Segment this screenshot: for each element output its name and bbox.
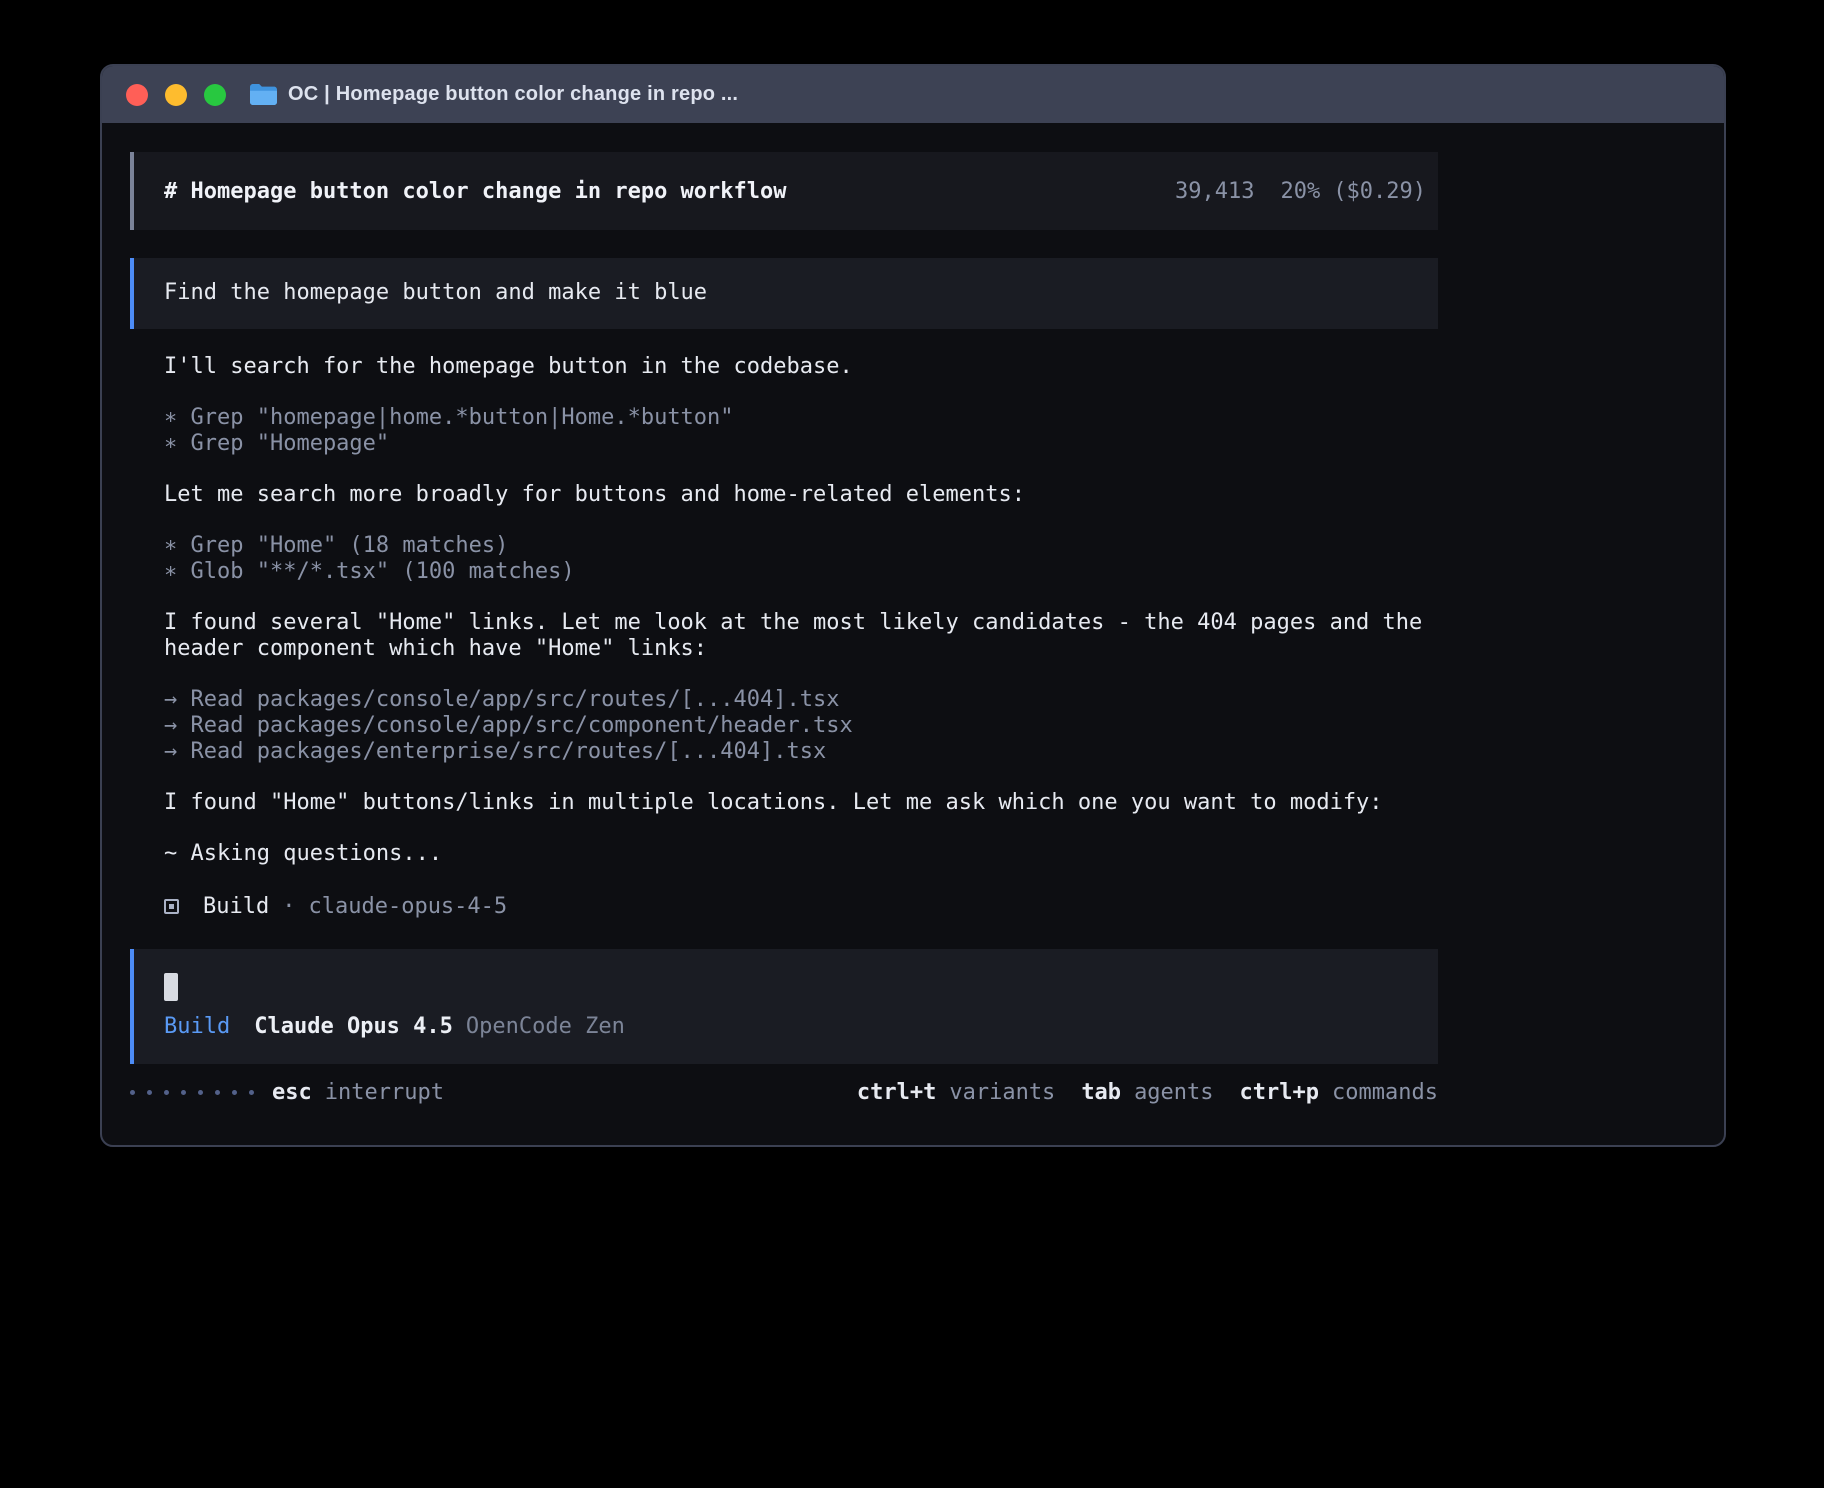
assistant-text-line: Let me search more broadly for buttons a… xyxy=(164,482,1438,508)
title-group: OC | Homepage button color change in rep… xyxy=(250,83,738,106)
tool-call-line: ∗ Grep "Homepage" xyxy=(164,431,1438,457)
assistant-text-line: I found several "Home" links. Let me loo… xyxy=(164,610,1438,636)
context-percentage: 20% xyxy=(1281,179,1321,204)
assistant-text-line: header component which have "Home" links… xyxy=(164,636,1438,662)
window-title: OC | Homepage button color change in rep… xyxy=(288,83,738,106)
terminal-content: # Homepage button color change in repo w… xyxy=(102,123,1724,1105)
assistant-paragraph: I found "Home" buttons/links in multiple… xyxy=(164,790,1438,816)
session-title: # Homepage button color change in repo w… xyxy=(164,179,787,204)
token-count: 39,413 xyxy=(1175,179,1254,204)
tool-call-line: → Read packages/console/app/src/componen… xyxy=(164,713,1438,739)
session-cost: ($0.29) xyxy=(1333,179,1426,204)
status-left: esc interrupt xyxy=(130,1080,444,1105)
tool-call-line: → Read packages/console/app/src/routes/[… xyxy=(164,687,1438,713)
spinner-dot xyxy=(147,1090,152,1095)
assistant-paragraph: I found several "Home" links. Let me loo… xyxy=(164,610,1438,662)
shortcut-key-agents: tab xyxy=(1081,1080,1121,1105)
user-message: Find the homepage button and make it blu… xyxy=(130,258,1438,329)
assistant-paragraph: I'll search for the homepage button in t… xyxy=(164,354,1438,380)
shortcut-label-agents: agents xyxy=(1134,1080,1213,1105)
shortcut-key-commands: ctrl+p xyxy=(1240,1080,1319,1105)
tool-call-group: → Read packages/console/app/src/routes/[… xyxy=(164,687,1438,765)
editor-meta: Build Claude Opus 4.5 OpenCode Zen xyxy=(164,1014,1408,1040)
tool-call-line: ∗ Grep "homepage|home.*button|Home.*butt… xyxy=(164,405,1438,431)
agent-separator: · xyxy=(282,894,295,919)
text-cursor xyxy=(164,973,178,1001)
close-button[interactable] xyxy=(126,84,148,106)
user-message-text: Find the homepage button and make it blu… xyxy=(164,280,1408,306)
terminal-window: OC | Homepage button color change in rep… xyxy=(100,64,1726,1147)
assistant-text-line: I'll search for the homepage button in t… xyxy=(164,354,1438,380)
prompt-editor[interactable]: Build Claude Opus 4.5 OpenCode Zen xyxy=(130,949,1438,1064)
editor-provider-label: OpenCode Zen xyxy=(466,1014,625,1040)
editor-model-label[interactable]: Claude Opus 4.5 xyxy=(254,1014,453,1040)
shortcut-agents: tab agents xyxy=(1081,1080,1213,1105)
shortcut-variants: ctrl+t variants xyxy=(857,1080,1055,1105)
spinner-dot xyxy=(232,1090,237,1095)
tool-call-line: ∗ Grep "Home" (18 matches) xyxy=(164,533,1438,559)
traffic-lights xyxy=(126,84,226,106)
tool-call-group: ∗ Grep "Home" (18 matches) ∗ Glob "**/*.… xyxy=(164,533,1438,585)
working-status-line: ~ Asking questions... xyxy=(164,841,1438,867)
session-stats: 39,413 20% ($0.29) xyxy=(1175,179,1426,204)
assistant-paragraph: Let me search more broadly for buttons a… xyxy=(164,482,1438,508)
minimize-button[interactable] xyxy=(165,84,187,106)
spinner xyxy=(130,1090,254,1095)
spinner-dot xyxy=(249,1090,254,1095)
spinner-dot xyxy=(215,1090,220,1095)
spinner-dot xyxy=(164,1090,169,1095)
shortcut-commands: ctrl+p commands xyxy=(1240,1080,1438,1105)
interrupt-key: esc xyxy=(272,1080,312,1105)
spinner-dot xyxy=(198,1090,203,1095)
agent-model: claude-opus-4-5 xyxy=(308,894,507,919)
transcript: I'll search for the homepage button in t… xyxy=(130,354,1438,867)
tool-call-group: ∗ Grep "homepage|home.*button|Home.*butt… xyxy=(164,405,1438,457)
titlebar[interactable]: OC | Homepage button color change in rep… xyxy=(102,66,1724,123)
agent-square-icon xyxy=(164,899,179,914)
editor-agent-label[interactable]: Build xyxy=(164,1014,230,1040)
status-right: ctrl+t variants tab agents ctrl+p comman… xyxy=(857,1080,1438,1105)
status-bar: esc interrupt ctrl+t variants tab agents… xyxy=(130,1079,1438,1105)
spinner-dot xyxy=(130,1090,135,1095)
shortcut-label-commands: commands xyxy=(1332,1080,1438,1105)
spinner-dot xyxy=(181,1090,186,1095)
working-status: ~ Asking questions... xyxy=(164,841,1438,867)
interrupt-hint: esc interrupt xyxy=(272,1080,444,1105)
session-header: # Homepage button color change in repo w… xyxy=(130,152,1438,230)
zoom-button[interactable] xyxy=(204,84,226,106)
interrupt-label: interrupt xyxy=(325,1080,444,1105)
shortcut-key-variants: ctrl+t xyxy=(857,1080,936,1105)
assistant-text-line: I found "Home" buttons/links in multiple… xyxy=(164,790,1438,816)
agent-badge: Build · claude-opus-4-5 xyxy=(130,893,1438,919)
tool-call-line: → Read packages/enterprise/src/routes/[.… xyxy=(164,739,1438,765)
shortcut-label-variants: variants xyxy=(949,1080,1055,1105)
tool-call-line: ∗ Glob "**/*.tsx" (100 matches) xyxy=(164,559,1438,585)
agent-name: Build xyxy=(203,894,269,919)
folder-icon xyxy=(250,84,277,105)
